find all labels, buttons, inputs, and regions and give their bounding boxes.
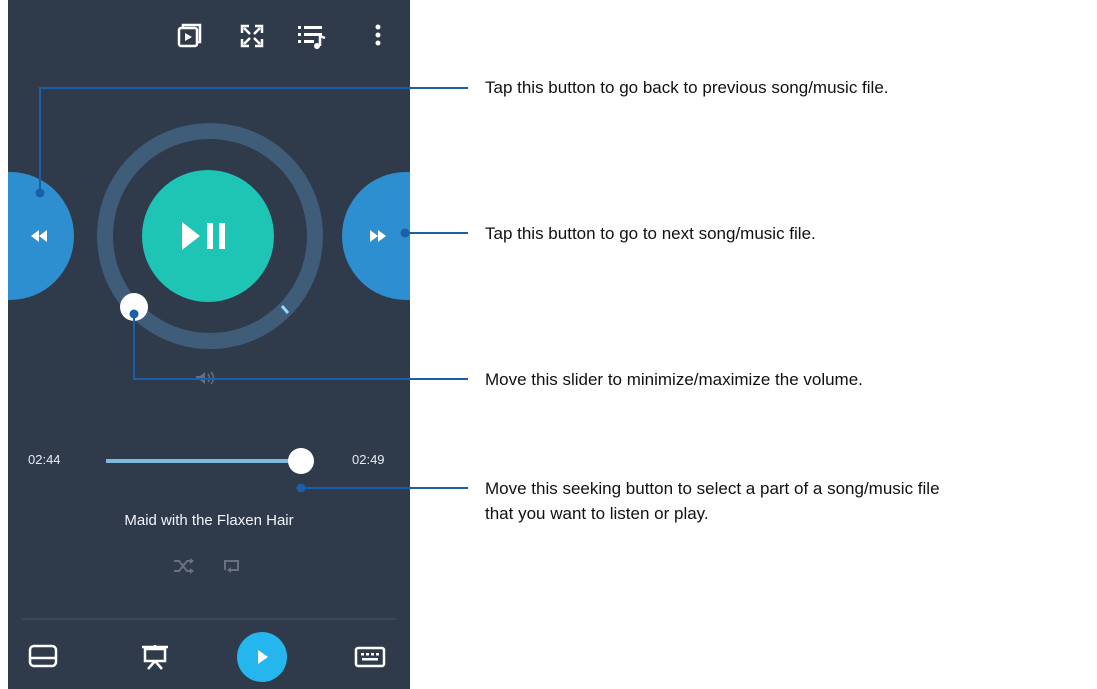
callout-seek-line2: that you want to listen or play. [485,504,709,523]
callout-volume: Move this slider to minimize/maximize th… [485,370,863,389]
callout-previous: Tap this button to go back to previous s… [485,78,889,97]
callout-line-previous [39,87,468,193]
callout-dot-next [400,228,410,238]
callout-lines [35,87,468,493]
callout-dot-volume [129,309,139,319]
callout-next: Tap this button to go to next song/music… [485,224,816,243]
callout-dot-previous [35,188,45,198]
callout-dot-seek [296,483,306,493]
callout-seek-line1: Move this seeking button to select a par… [485,479,940,498]
callout-line-volume [133,314,468,380]
